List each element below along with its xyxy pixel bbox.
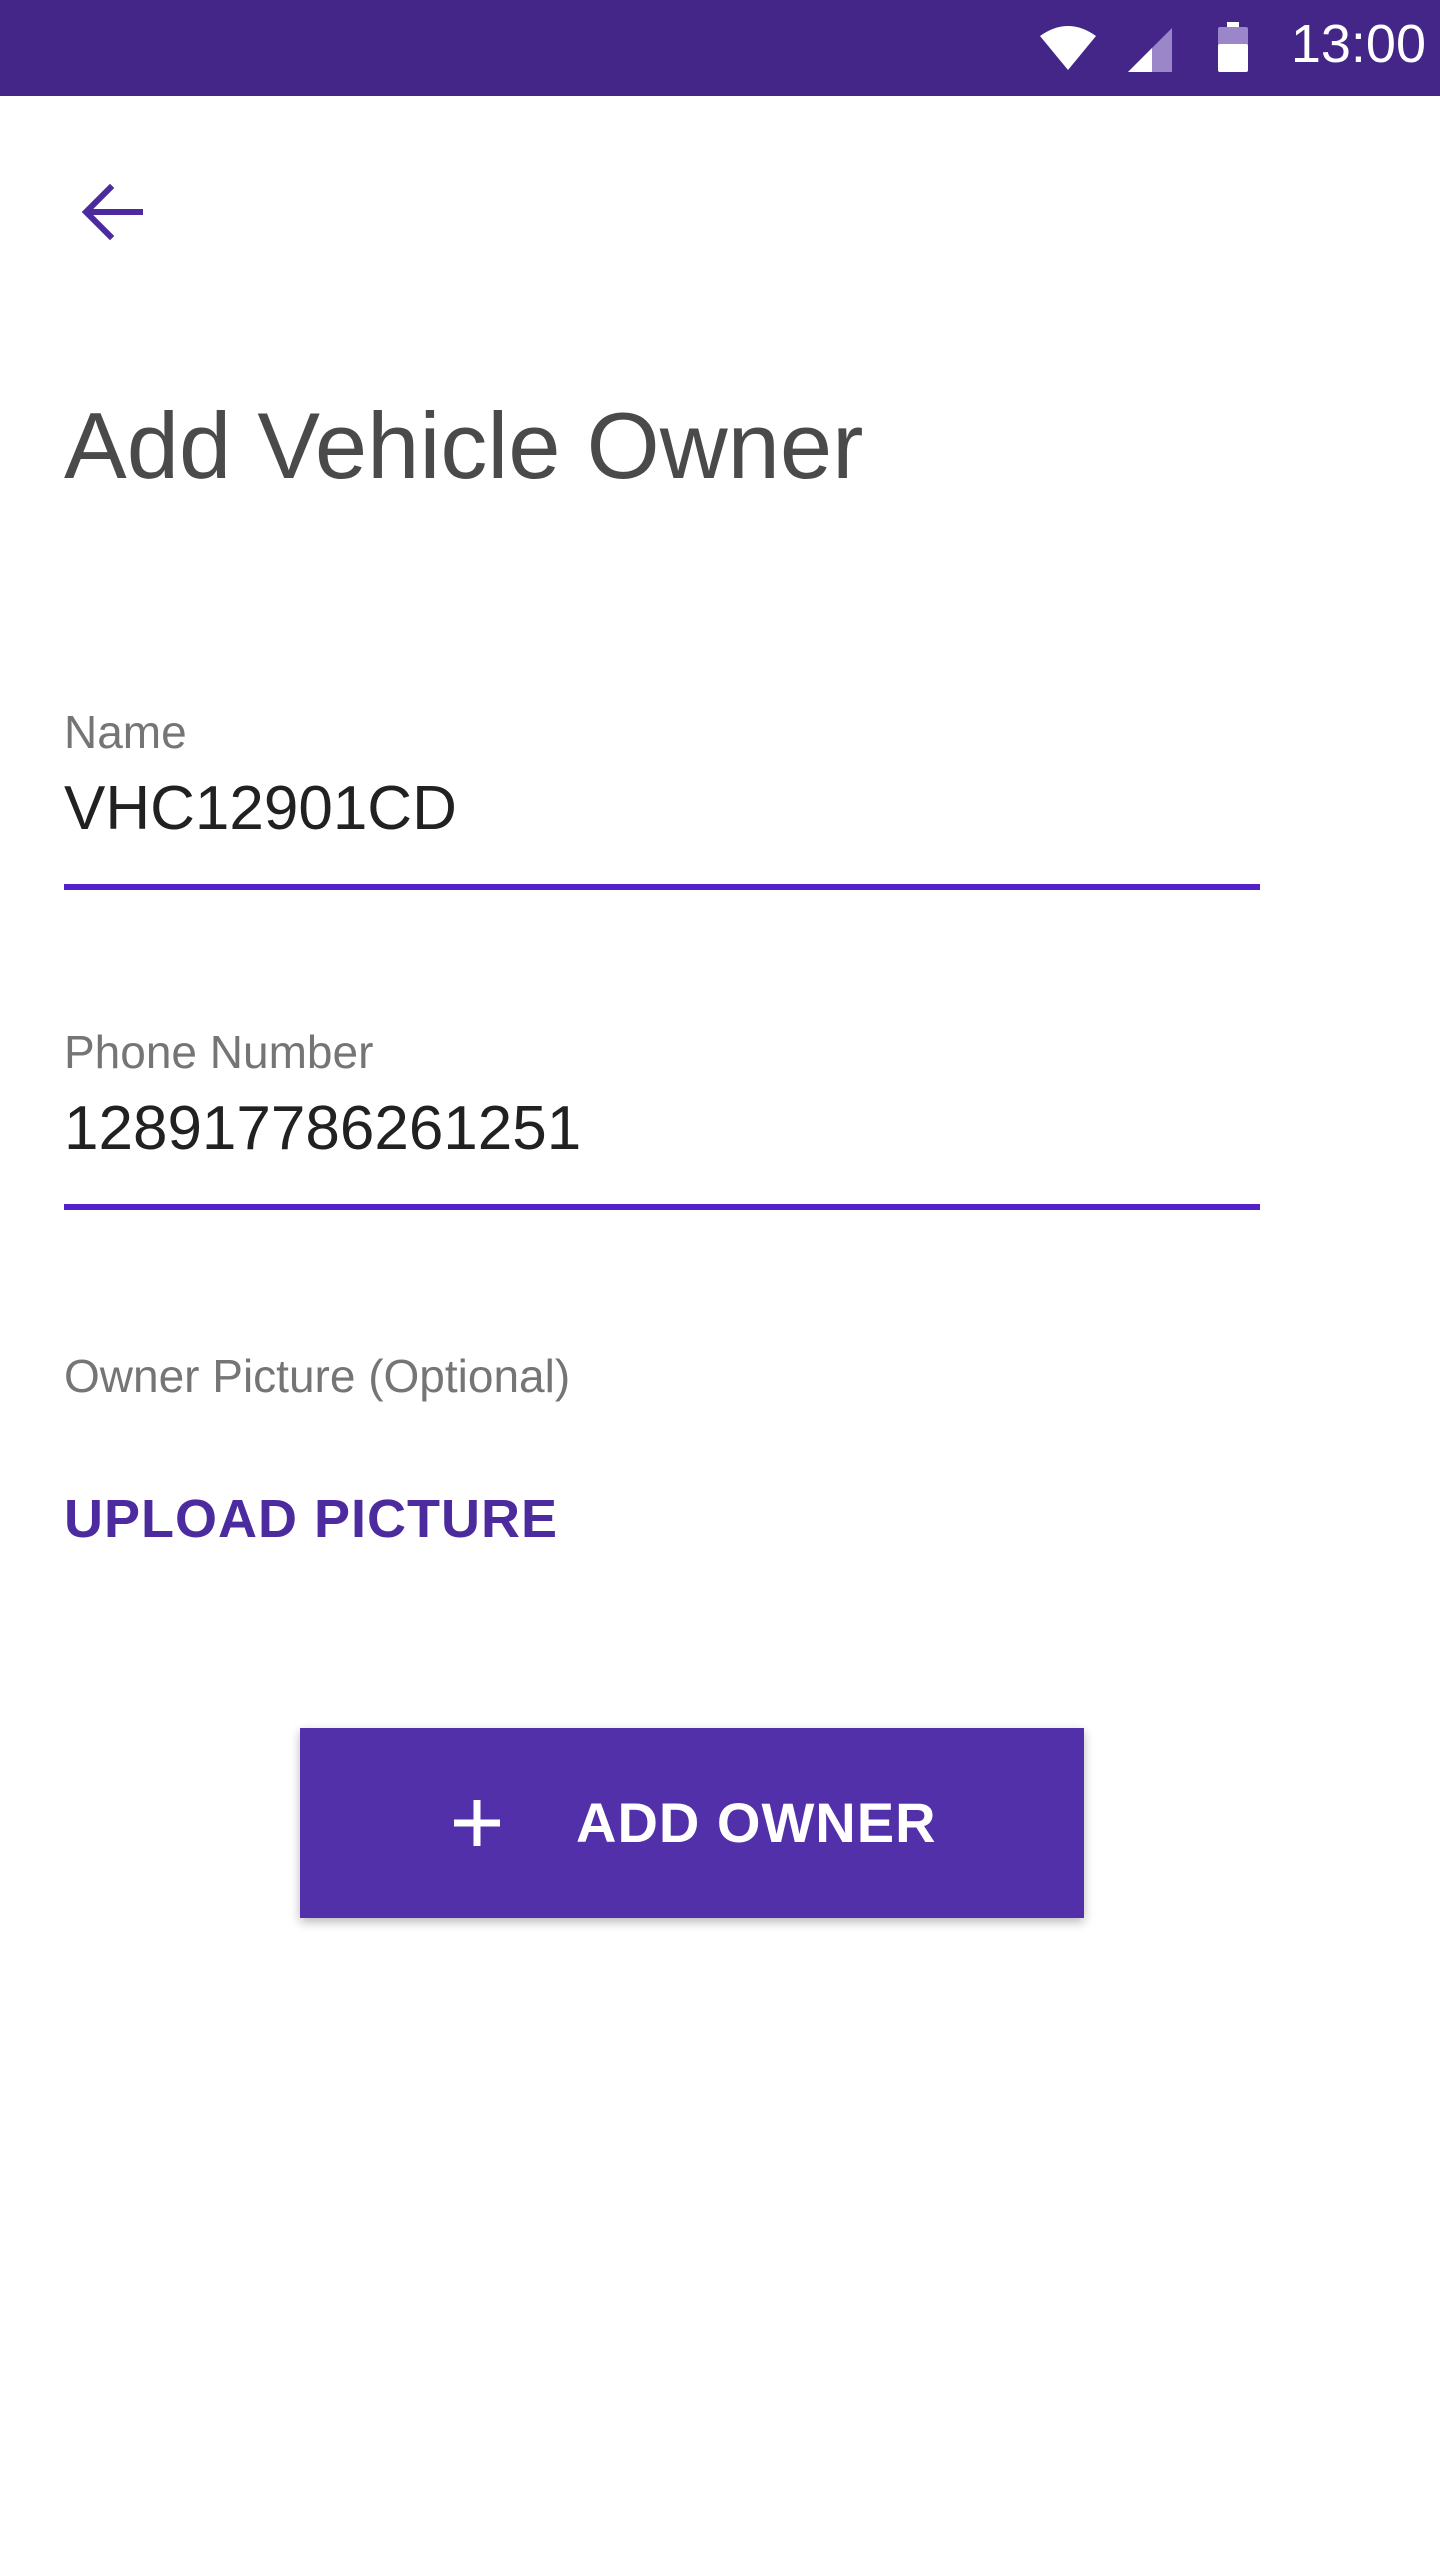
signal-icon [1128, 28, 1172, 72]
phone-underline [64, 1204, 1260, 1210]
add-owner-label: ADD OWNER [576, 1791, 937, 1854]
name-field-group: Name [64, 704, 1260, 904]
back-button[interactable] [64, 164, 160, 260]
phone-input[interactable] [64, 1086, 1260, 1170]
owner-picture-label: Owner Picture (Optional) [64, 1350, 571, 1402]
status-time: 13:00 [1290, 14, 1426, 74]
name-input[interactable] [64, 766, 1260, 850]
wifi-icon [1040, 26, 1096, 70]
name-label: Name [64, 706, 187, 758]
add-owner-button[interactable]: ADD OWNER [300, 1728, 1084, 1918]
name-underline [64, 884, 1260, 890]
battery-icon [1218, 22, 1248, 72]
plus-icon [452, 1798, 502, 1848]
phone-field-group: Phone Number [64, 1024, 1260, 1224]
status-bar: 13:00 [0, 0, 1440, 96]
page-title: Add Vehicle Owner [64, 393, 864, 498]
phone-label: Phone Number [64, 1026, 374, 1078]
upload-picture-button[interactable]: UPLOAD PICTURE [64, 1486, 558, 1552]
